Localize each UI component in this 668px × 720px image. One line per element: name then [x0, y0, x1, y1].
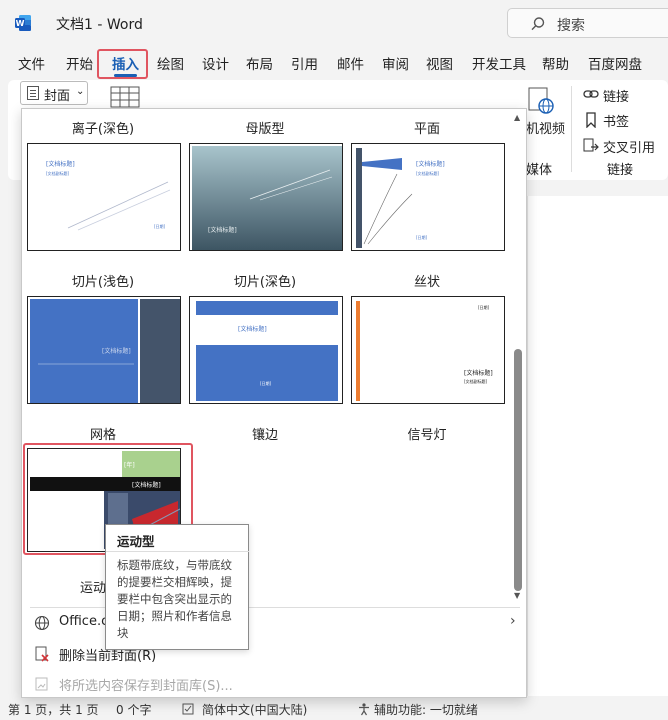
- gallery-scrollbar[interactable]: ▲ ▼: [511, 109, 525, 605]
- search-box[interactable]: 搜索: [507, 8, 668, 38]
- document-title: 文档1 - Word: [56, 17, 143, 33]
- save-to-gallery-icon: [35, 677, 48, 691]
- thumb-date-text: [日期]: [154, 223, 166, 229]
- online-video-icon[interactable]: [528, 86, 556, 116]
- cover-page-button[interactable]: 封面 ⌄: [20, 81, 88, 105]
- remove-cover-item[interactable]: 删除当前封面(R): [22, 640, 526, 668]
- ribbon-separator: [571, 86, 572, 172]
- thumb-title-text: [文档标题]: [208, 226, 237, 234]
- link-icon: [583, 90, 599, 98]
- thumb-title-text: [文档标题]: [46, 160, 75, 168]
- thumb-subtitle-text: [文档副标题]: [416, 170, 440, 176]
- chevron-down-icon: ⌄: [76, 86, 85, 97]
- accessibility-icon[interactable]: [357, 702, 371, 716]
- tab-review[interactable]: 审阅: [382, 53, 409, 73]
- tab-home[interactable]: 开始: [66, 53, 93, 73]
- thumb-date-text: [日期]: [478, 304, 490, 310]
- cover-thumb-slice-light[interactable]: [文档标题]: [27, 296, 181, 404]
- insert-tab-highlight: [97, 49, 148, 79]
- tooltip-body: 标题带底纹，与带底纹的提要栏交相辉映，提要栏中包含突出显示的日期；照片和作者信息…: [117, 558, 232, 640]
- title-bar: W 文档1 - Word 搜索: [0, 0, 668, 46]
- online-video-label[interactable]: 机视频: [526, 118, 565, 137]
- gallery-label-filigree: 丝状: [413, 275, 440, 290]
- tab-developer[interactable]: 开发工具: [472, 53, 526, 73]
- menu-separator: [30, 607, 520, 608]
- gallery-label-grid: 网格: [89, 428, 116, 443]
- cover-page-icon: [27, 86, 39, 100]
- cover-page-label: 封面: [44, 89, 71, 104]
- bookmark-icon: [586, 112, 596, 128]
- remove-cover-icon: [35, 646, 49, 662]
- gallery-label-slice-dark: 切片(深色): [233, 275, 297, 290]
- svg-text:W: W: [16, 19, 25, 28]
- office-more-covers-item[interactable]: Office.co ›: [22, 609, 526, 637]
- language-status[interactable]: 简体中文(中国大陆): [202, 701, 307, 718]
- gallery-label-banded: 母版型: [245, 122, 285, 137]
- tooltip-divider: [106, 551, 249, 552]
- thumb-title-text: [文档标题]: [238, 325, 267, 333]
- tab-mailings[interactable]: 邮件: [337, 53, 364, 73]
- media-group-label: 媒体: [526, 163, 553, 178]
- cover-thumb-ion-dark[interactable]: [文档标题] [文档副标题] [日期]: [27, 143, 181, 251]
- search-icon: [531, 17, 545, 31]
- search-label: 搜索: [557, 18, 585, 34]
- tab-layout[interactable]: 布局: [246, 53, 273, 73]
- cover-tooltip: 运动型 标题带底纹，与带底纹的提要栏交相辉映，提要栏中包含突出显示的日期；照片和…: [105, 524, 249, 650]
- cover-thumb-banded[interactable]: [文档标题]: [189, 143, 343, 251]
- chevron-right-icon: ›: [510, 613, 516, 629]
- links-group-label: 链接: [607, 163, 634, 178]
- link-button[interactable]: 链接: [603, 86, 629, 105]
- tab-help[interactable]: 帮助: [542, 53, 569, 73]
- accessibility-status[interactable]: 辅助功能: 一切就绪: [374, 701, 478, 718]
- tab-file[interactable]: 文件: [18, 53, 45, 73]
- proofing-icon[interactable]: [182, 703, 194, 715]
- save-selection-label: 将所选内容保存到封面库(S)...: [59, 679, 233, 694]
- cover-page-dropdown: 离子(深色) 母版型 平面 [文档标题] [文档副标题] [日期] [文档标题]: [21, 108, 527, 698]
- cover-thumb-flat[interactable]: [文档标题] [文档副标题] [日期]: [351, 143, 505, 251]
- tab-draw[interactable]: 绘图: [157, 53, 184, 73]
- cover-thumb-slice-dark[interactable]: [文档标题] [日期]: [189, 296, 343, 404]
- gallery-label-ion-dark: 离子(深色): [71, 122, 135, 137]
- tab-baidu-netdisk[interactable]: 百度网盘: [588, 53, 642, 73]
- gallery-label-facet: 镶边: [251, 428, 278, 443]
- word-count[interactable]: 0 个字: [116, 701, 151, 718]
- thumb-title-text: [文档标题]: [464, 369, 493, 377]
- cover-thumb-filigree[interactable]: [日期] [文档标题] [文档副标题]: [351, 296, 505, 404]
- document-page[interactable]: [527, 196, 668, 696]
- gallery-label-flat: 平面: [413, 122, 440, 137]
- page-count[interactable]: 第 1 页，共 1 页: [8, 701, 99, 718]
- scrollbar-thumb[interactable]: [514, 349, 522, 591]
- thumb-date-text: [日期]: [260, 380, 272, 386]
- gallery-label-semaphore: 信号灯: [407, 428, 447, 443]
- status-bar: 第 1 页，共 1 页 0 个字 简体中文(中国大陆) 辅助功能: 一切就绪: [0, 698, 668, 720]
- bookmark-button[interactable]: 书签: [603, 111, 629, 130]
- word-logo-icon: W: [15, 15, 31, 31]
- thumb-title-text: [文档标题]: [416, 160, 445, 168]
- thumb-date-text: [日期]: [416, 234, 428, 240]
- globe-icon: [34, 615, 50, 631]
- thumb-subtitle-text: [文档副标题]: [464, 378, 488, 384]
- gallery-label-slice-light: 切片(浅色): [71, 275, 135, 290]
- thumb-subtitle-text: [文档副标题]: [46, 170, 70, 176]
- scroll-up-arrow-icon[interactable]: ▲: [514, 113, 520, 122]
- tab-view[interactable]: 视图: [426, 53, 453, 73]
- tooltip-title: 运动型: [117, 534, 155, 549]
- save-selection-item: 将所选内容保存到封面库(S)...: [22, 670, 526, 698]
- tab-design[interactable]: 设计: [202, 53, 229, 73]
- cross-reference-button[interactable]: 交叉引用: [603, 137, 655, 156]
- scroll-down-arrow-icon[interactable]: ▼: [514, 591, 520, 600]
- thumb-title-text: [文档标题]: [102, 347, 131, 355]
- table-icon[interactable]: [110, 86, 140, 108]
- tab-references[interactable]: 引用: [291, 53, 318, 73]
- cross-reference-icon: [583, 138, 599, 152]
